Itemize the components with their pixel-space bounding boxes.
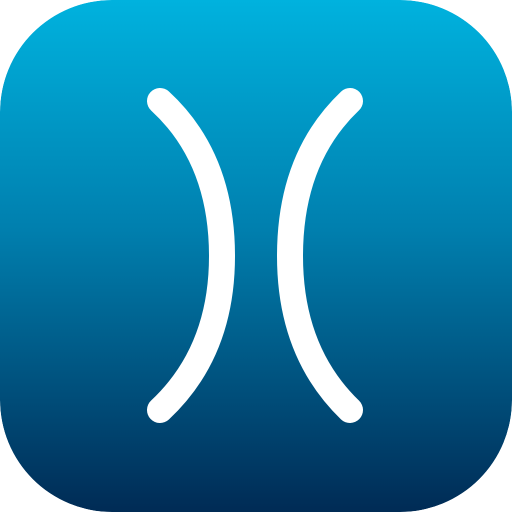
icon-background: [0, 0, 512, 512]
app-icon-artwork: [0, 0, 512, 512]
app-icon[interactable]: [0, 0, 512, 512]
